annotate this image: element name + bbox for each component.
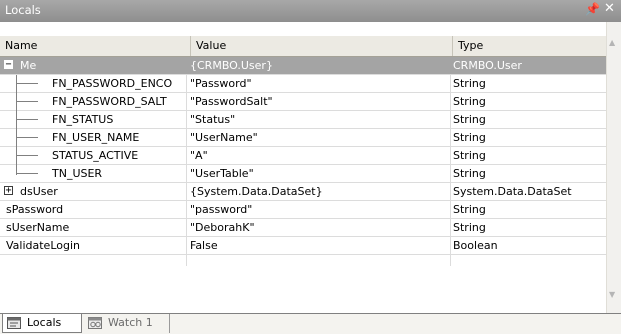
variable-name: FN_STATUS <box>52 113 114 126</box>
variable-row[interactable]: FN_USER_NAME "UserName" String <box>0 129 606 147</box>
column-header-name[interactable]: Name <box>0 36 191 56</box>
expand-icon[interactable]: + <box>4 186 13 196</box>
variable-name: TN_USER <box>52 167 103 180</box>
tab-label: Locals <box>27 316 62 329</box>
variable-row[interactable]: FN_PASSWORD_SALT "PasswordSalt" String <box>0 93 606 111</box>
variable-value[interactable]: "DeborahK" <box>190 219 448 236</box>
bottom-tab-strip: Locals Watch 1 <box>0 313 621 334</box>
column-header: Name Value Type <box>0 36 606 57</box>
variable-name: ValidateLogin <box>6 239 81 252</box>
variable-type: String <box>453 203 486 216</box>
variable-type: String <box>453 131 486 144</box>
variable-row[interactable]: STATUS_ACTIVE "A" String <box>0 147 606 165</box>
variable-row[interactable]: FN_STATUS "Status" String <box>0 111 606 129</box>
variable-type: Boolean <box>453 239 498 252</box>
tree-connector <box>16 75 17 175</box>
vertical-scrollbar[interactable]: ▲ ▼ <box>606 22 621 313</box>
variable-value[interactable]: "PasswordSalt" <box>190 93 448 110</box>
variable-value[interactable]: "A" <box>190 147 448 164</box>
locals-grid: − Me {CRMBO.User} CRMBO.User FN_PASSWORD… <box>0 57 606 313</box>
variable-value[interactable]: {System.Data.DataSet} <box>190 183 448 200</box>
tree-connector <box>16 101 38 102</box>
variable-type: String <box>453 113 486 126</box>
variable-row[interactable]: sPassword "password" String <box>0 201 606 219</box>
tree-connector <box>16 119 38 120</box>
close-icon[interactable]: ✕ <box>604 1 615 16</box>
locals-window: Locals 📌 ✕ Name Value Type − Me {CRMBO.U… <box>0 0 621 334</box>
variable-value[interactable]: "Status" <box>190 111 448 128</box>
variable-name: FN_USER_NAME <box>52 131 140 144</box>
variable-type: String <box>453 149 486 162</box>
title-bar: Locals 📌 ✕ <box>0 0 621 22</box>
column-header-type[interactable]: Type <box>453 36 606 56</box>
variable-value[interactable]: False <box>190 237 448 254</box>
tab-label: Watch 1 <box>108 316 153 329</box>
watch-window-icon <box>88 317 102 329</box>
variable-type: System.Data.DataSet <box>453 185 572 198</box>
scroll-up-icon[interactable]: ▲ <box>609 38 615 47</box>
variable-type: String <box>453 77 486 90</box>
tree-connector <box>16 83 38 84</box>
variable-value[interactable]: "password" <box>190 201 448 218</box>
variable-value[interactable]: "UserTable" <box>190 165 448 182</box>
variable-name: dsUser <box>20 185 58 198</box>
variable-name: FN_PASSWORD_SALT <box>52 95 167 108</box>
variable-value[interactable]: "Password" <box>190 75 448 92</box>
variable-value[interactable]: {CRMBO.User} <box>190 57 448 74</box>
variable-name: Me <box>20 59 37 72</box>
tab-locals[interactable]: Locals <box>2 314 82 333</box>
tab-watch-1[interactable]: Watch 1 <box>84 314 170 333</box>
tree-connector <box>16 173 38 174</box>
variable-value[interactable]: "UserName" <box>190 129 448 146</box>
variable-name: STATUS_ACTIVE <box>52 149 139 162</box>
variable-row-me[interactable]: − Me {CRMBO.User} CRMBO.User <box>0 57 606 75</box>
variable-name: sUserName <box>6 221 70 234</box>
variable-row-dsuser[interactable]: + dsUser {System.Data.DataSet} System.Da… <box>0 183 606 201</box>
variable-type: String <box>453 221 486 234</box>
locals-window-icon <box>7 317 21 329</box>
variable-row[interactable]: TN_USER "UserTable" String <box>0 165 606 183</box>
collapse-icon[interactable]: − <box>4 60 13 70</box>
variable-type: String <box>453 167 486 180</box>
pin-icon[interactable]: 📌 <box>585 2 600 16</box>
tree-connector <box>16 137 38 138</box>
column-header-value[interactable]: Value <box>191 36 453 56</box>
variable-row[interactable]: FN_PASSWORD_ENCO "Password" String <box>0 75 606 93</box>
variable-type: CRMBO.User <box>453 59 522 72</box>
variable-row[interactable]: ValidateLogin False Boolean <box>0 237 606 255</box>
variable-row[interactable]: sUserName "DeborahK" String <box>0 219 606 237</box>
variable-type: String <box>453 95 486 108</box>
tree-connector <box>16 155 38 156</box>
scroll-down-icon[interactable]: ▼ <box>609 290 615 299</box>
variable-name: FN_PASSWORD_ENCO <box>52 77 173 90</box>
variable-name: sPassword <box>6 203 64 216</box>
window-title: Locals <box>5 3 41 17</box>
